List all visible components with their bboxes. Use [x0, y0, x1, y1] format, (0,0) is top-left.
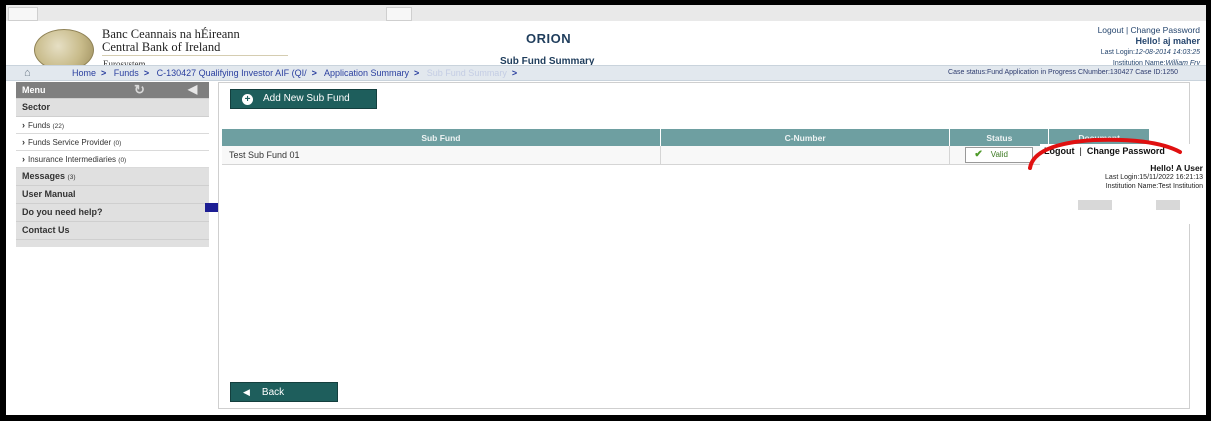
collapse-icon[interactable]: ◀ — [188, 81, 197, 97]
sidebar-item-insurance-intermediaries[interactable]: › Insurance Intermediaries (0) — [16, 151, 209, 168]
case-status: Case status:Fund Application in Progress… — [948, 69, 1178, 76]
breadcrumb-current: Sub Fund Summary — [426, 68, 507, 78]
home-icon[interactable]: ⌂ — [24, 66, 31, 80]
sidebar: Menu ↻ ◀ Sector › Funds (22) › Funds Servi… — [16, 82, 209, 247]
greeting: Hello! aj maher — [1135, 36, 1200, 46]
breadcrumb-fund[interactable]: C-130427 Qualifying Investor AIF (QI/ — [157, 68, 307, 78]
change-password-link[interactable]: Change Password — [1087, 146, 1165, 156]
sidebar-item-messages[interactable]: Messages (3) — [16, 168, 209, 186]
institution-name: Institution Name:Test Institution — [1105, 183, 1203, 190]
chevron-right-icon: › — [22, 120, 25, 130]
sidebar-item-contact-us[interactable]: Contact Us — [16, 222, 209, 240]
sidebar-item-label: Funds — [28, 121, 51, 130]
separator: | — [1079, 146, 1082, 156]
back-arrow-icon: ◀ — [243, 387, 250, 397]
c-number-cell — [660, 146, 951, 165]
count-badge: (0) — [118, 157, 127, 164]
last-login-label: Last Login: — [1100, 49, 1135, 56]
sidebar-item-sector[interactable]: Sector — [16, 99, 209, 117]
main-content: + Add New Sub Fund Sub Fund C-Number Stat… — [218, 82, 1190, 409]
sidebar-item-label: Funds Service Provider — [28, 138, 112, 147]
divider — [102, 55, 288, 56]
refresh-icon[interactable]: ↻ — [134, 82, 145, 98]
placeholder-block — [1156, 200, 1180, 210]
sidebar-item-help[interactable]: Do you need help? — [16, 204, 209, 222]
column-header-sub-fund[interactable]: Sub Fund — [222, 129, 661, 146]
chevron-right-icon: > — [101, 68, 107, 78]
browser-tab[interactable] — [386, 7, 412, 21]
bank-name-english: Central Bank of Ireland — [102, 40, 221, 54]
table-header-row: Sub Fund C-Number Status Document — [222, 129, 1150, 146]
column-header-status[interactable]: Status — [949, 129, 1050, 146]
add-sub-fund-button[interactable]: + Add New Sub Fund — [230, 89, 377, 109]
sub-fund-table: Sub Fund C-Number Status Document Test S… — [222, 129, 1150, 165]
count-badge: (22) — [52, 123, 65, 130]
browser-tab[interactable] — [8, 7, 38, 21]
user-panel-callout: Logout | Change Password Hello! A User Las… — [1040, 144, 1206, 224]
menu-label: Menu — [22, 85, 46, 95]
logout-link[interactable]: Logout — [1044, 146, 1075, 156]
column-header-c-number[interactable]: C-Number — [660, 129, 951, 146]
sidebar-item-label: Contact Us — [22, 225, 70, 235]
breadcrumb-application-summary[interactable]: Application Summary — [324, 68, 409, 78]
sidebar-menu-header: Menu ↻ ◀ — [16, 82, 209, 99]
sidebar-item-label: User Manual — [22, 189, 76, 199]
count-badge: (3) — [67, 174, 76, 181]
count-badge: (0) — [113, 140, 122, 147]
status-cell: ✔ Valid — [949, 146, 1050, 165]
change-password-link[interactable]: Change Password — [1131, 25, 1200, 35]
greeting: Hello! A User — [1150, 163, 1203, 173]
chevron-right-icon: › — [22, 137, 25, 147]
sidebar-item-label: Messages — [22, 171, 66, 181]
check-icon: ✔ — [974, 149, 983, 160]
chevron-right-icon: > — [511, 68, 518, 78]
chevron-right-icon: › — [22, 154, 25, 164]
sub-fund-cell[interactable]: Test Sub Fund 01 — [222, 146, 661, 165]
browser-tab-strip — [6, 5, 1206, 22]
sidebar-item-label: Do you need help? — [22, 207, 103, 217]
plus-icon: + — [242, 94, 253, 105]
breadcrumb: ⌂ Home > Funds > C-130427 Qualifying Inves… — [6, 65, 1206, 81]
logout-link[interactable]: Logout — [1098, 25, 1124, 35]
chevron-right-icon: > — [414, 68, 420, 78]
button-label: Back — [261, 387, 285, 398]
table-row[interactable]: Test Sub Fund 01 ✔ Valid — [222, 146, 1150, 165]
app-title: ORION — [526, 31, 572, 46]
sidebar-item-label: Sector — [22, 102, 51, 112]
breadcrumb-funds[interactable]: Funds — [114, 68, 139, 78]
last-login-value: 12-08-2014 14:03:25 — [1135, 49, 1200, 56]
sidebar-item-funds[interactable]: › Funds (22) — [16, 117, 209, 134]
placeholder-block — [1078, 200, 1112, 210]
button-label: Add New Sub Fund — [263, 93, 350, 104]
status-badge: ✔ Valid — [965, 147, 1034, 163]
app-window: Banc Ceannais na hÉireann Central Bank o… — [6, 5, 1206, 415]
sidebar-item-user-manual[interactable]: User Manual — [16, 186, 209, 204]
breadcrumb-home[interactable]: Home — [72, 68, 96, 78]
status-label: Valid — [990, 150, 1008, 159]
chevron-right-icon: > — [143, 68, 150, 78]
chevron-right-icon: > — [311, 68, 317, 78]
sidebar-item-label: Insurance Intermediaries — [28, 155, 117, 164]
last-login: Last Login:15/11/2022 16:21:13 — [1105, 174, 1203, 181]
sidebar-item-funds-service-provider[interactable]: › Funds Service Provider (0) — [16, 134, 209, 151]
back-button[interactable]: ◀ Back — [230, 382, 338, 402]
user-panel: Logout | Change Password Hello! aj maher… — [1098, 25, 1200, 69]
